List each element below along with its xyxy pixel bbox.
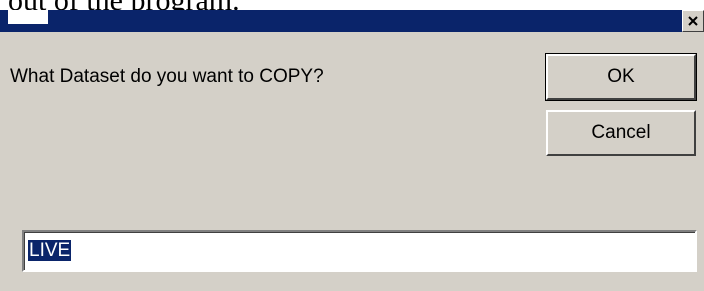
dataset-input-value: LIVE <box>28 240 72 261</box>
title-area <box>8 10 48 24</box>
dataset-input[interactable]: LIVE <box>22 230 697 272</box>
dialog-titlebar[interactable] <box>0 10 704 32</box>
input-dialog: What Dataset do you want to COPY? OK Can… <box>0 10 704 291</box>
close-icon <box>687 15 699 27</box>
dialog-prompt: What Dataset do you want to COPY? <box>10 66 324 87</box>
cancel-button[interactable]: Cancel <box>546 110 696 156</box>
close-button[interactable] <box>682 10 704 32</box>
ok-button[interactable]: OK <box>545 53 697 101</box>
